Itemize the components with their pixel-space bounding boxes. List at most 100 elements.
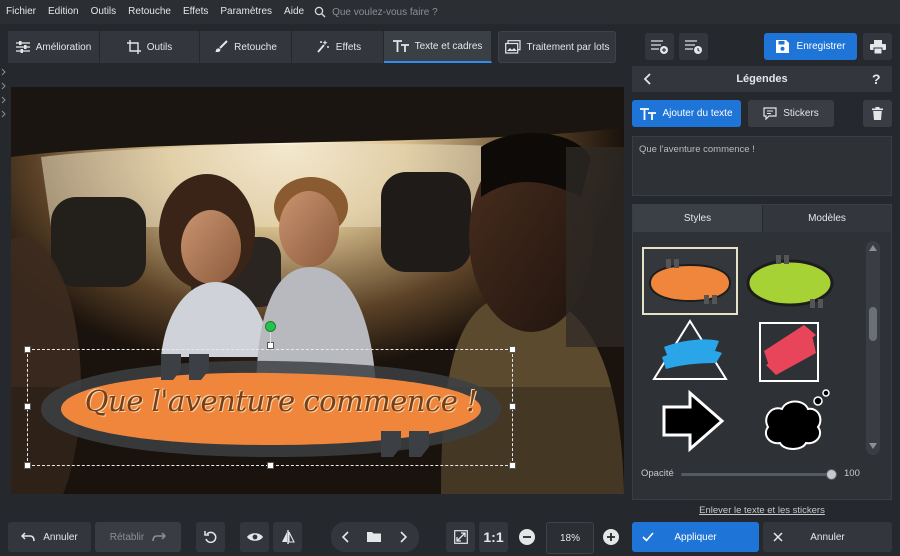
- reset-button[interactable]: [196, 522, 225, 552]
- scroll-down-icon[interactable]: [869, 443, 877, 449]
- resize-handle[interactable]: [267, 342, 274, 349]
- add-text-label: Ajouter du texte: [662, 108, 733, 119]
- brush-icon: [215, 40, 228, 52]
- tab-retouche[interactable]: Retouche: [200, 31, 292, 63]
- blue-brush-thumb: [652, 319, 728, 380]
- green-bubble-thumb: [746, 255, 834, 308]
- resize-handle[interactable]: [24, 403, 31, 410]
- previous-icon[interactable]: [342, 531, 350, 543]
- menu-bar: Fichier Edition Outils Retouche Effets P…: [0, 0, 900, 24]
- panel-header: Légendes ?: [632, 66, 892, 92]
- resize-handle[interactable]: [509, 403, 516, 410]
- arrow-thumb: [662, 389, 725, 453]
- fit-screen-button[interactable]: [446, 522, 475, 552]
- menu-fichier[interactable]: Fichier: [0, 0, 42, 24]
- help-button[interactable]: ?: [872, 66, 881, 92]
- settings-history-button[interactable]: [679, 33, 708, 60]
- menu-aide[interactable]: Aide: [278, 0, 310, 24]
- zoom-out-icon[interactable]: [518, 528, 536, 546]
- close-icon: [773, 532, 783, 542]
- rotate-handle[interactable]: [265, 321, 276, 332]
- compare-button[interactable]: [273, 522, 302, 552]
- preview-button[interactable]: [240, 522, 269, 552]
- resize-handle[interactable]: [267, 462, 274, 469]
- undo-label: Annuler: [43, 531, 78, 543]
- cancel-panel-button[interactable]: Annuler: [763, 522, 892, 552]
- fit-screen-icon: [453, 530, 468, 544]
- sliders-plus-icon: [650, 39, 668, 54]
- folder-icon[interactable]: [367, 531, 381, 542]
- caption-text-input[interactable]: Que l'aventure commence !: [632, 136, 892, 196]
- redo-icon: [152, 532, 167, 542]
- search-box[interactable]: Que voulez-vous faire ?: [314, 6, 438, 18]
- eye-icon: [246, 533, 263, 541]
- tab-label: Amélioration: [35, 41, 92, 53]
- menu-outils[interactable]: Outils: [85, 0, 123, 24]
- tab-label: Effets: [335, 41, 362, 53]
- resize-handle[interactable]: [24, 462, 31, 469]
- opacity-slider-thumb[interactable]: [826, 469, 837, 480]
- panel-title: Légendes: [736, 73, 788, 85]
- scrollbar-thumb[interactable]: [869, 307, 877, 341]
- tab-texte-et-cadres[interactable]: Texte et cadres: [384, 31, 492, 63]
- redo-button[interactable]: Rétablir: [95, 522, 181, 552]
- redo-label: Rétablir: [109, 531, 145, 543]
- actual-size-button[interactable]: 1:1: [479, 522, 508, 552]
- tab-effets[interactable]: Effets: [292, 31, 384, 63]
- styles-scrollbar[interactable]: [866, 241, 880, 455]
- remove-all-link[interactable]: Enlever le texte et les stickers: [632, 505, 892, 516]
- style-item-thought-cloud[interactable]: [742, 387, 838, 455]
- tab-styles[interactable]: Styles: [633, 205, 762, 232]
- menu-parametres[interactable]: Paramètres: [214, 0, 278, 24]
- tab-label: Texte et cadres: [414, 40, 483, 52]
- tab-modeles[interactable]: Modèles: [762, 205, 891, 232]
- opacity-slider-track[interactable]: [681, 473, 831, 476]
- resize-handle[interactable]: [509, 346, 516, 353]
- search-icon: [314, 6, 326, 18]
- print-button[interactable]: [863, 33, 892, 60]
- menu-retouche[interactable]: Retouche: [122, 0, 177, 24]
- thought-cloud-thumb: [764, 389, 830, 450]
- photo-canvas[interactable]: Que l'aventure commence !: [11, 87, 624, 494]
- next-icon[interactable]: [399, 531, 407, 543]
- resize-handle[interactable]: [24, 346, 31, 353]
- style-item-pink-brush[interactable]: [742, 317, 838, 385]
- magic-wand-icon: [317, 40, 329, 53]
- pink-brush-thumb: [759, 322, 819, 382]
- delete-button[interactable]: [863, 100, 892, 127]
- tab-label: Traitement par lots: [526, 41, 610, 53]
- orange-bubble-thumb: [648, 259, 732, 304]
- text-size-icon: [640, 107, 657, 120]
- zoom-level[interactable]: 18%: [546, 522, 594, 554]
- stickers-button[interactable]: Stickers: [748, 100, 834, 127]
- cancel-label: Annuler: [810, 531, 845, 543]
- tab-outils[interactable]: Outils: [100, 31, 200, 63]
- undo-icon: [21, 532, 36, 542]
- selection-box[interactable]: [27, 349, 513, 466]
- style-item-arrow[interactable]: [642, 387, 738, 455]
- tab-amelioration[interactable]: Amélioration: [8, 31, 100, 63]
- opacity-label: Opacité: [641, 468, 674, 479]
- apply-button[interactable]: Appliquer: [632, 522, 759, 552]
- style-item-orange-bubble[interactable]: [642, 247, 738, 315]
- settings-add-button[interactable]: [645, 33, 674, 60]
- side-panel-toggle[interactable]: [0, 66, 8, 120]
- sliders-icon: [15, 41, 30, 53]
- save-button[interactable]: Enregistrer: [764, 33, 857, 60]
- menu-edition[interactable]: Edition: [42, 0, 85, 24]
- rotate-line: [270, 331, 271, 343]
- check-icon: [642, 532, 654, 542]
- add-text-button[interactable]: Ajouter du texte: [632, 100, 741, 127]
- style-item-green-bubble[interactable]: [742, 247, 838, 315]
- text-size-icon: [392, 40, 409, 52]
- tab-label: Retouche: [234, 41, 277, 53]
- style-item-blue-brush[interactable]: [642, 317, 738, 385]
- speech-bubble-icon: [763, 107, 777, 120]
- undo-button[interactable]: Annuler: [8, 522, 91, 552]
- crop-icon: [126, 40, 141, 54]
- scroll-up-icon[interactable]: [869, 245, 877, 251]
- resize-handle[interactable]: [509, 462, 516, 469]
- zoom-in-icon[interactable]: [602, 528, 620, 546]
- tab-traitement-par-lots[interactable]: Traitement par lots: [498, 31, 616, 63]
- menu-effets[interactable]: Effets: [177, 0, 214, 24]
